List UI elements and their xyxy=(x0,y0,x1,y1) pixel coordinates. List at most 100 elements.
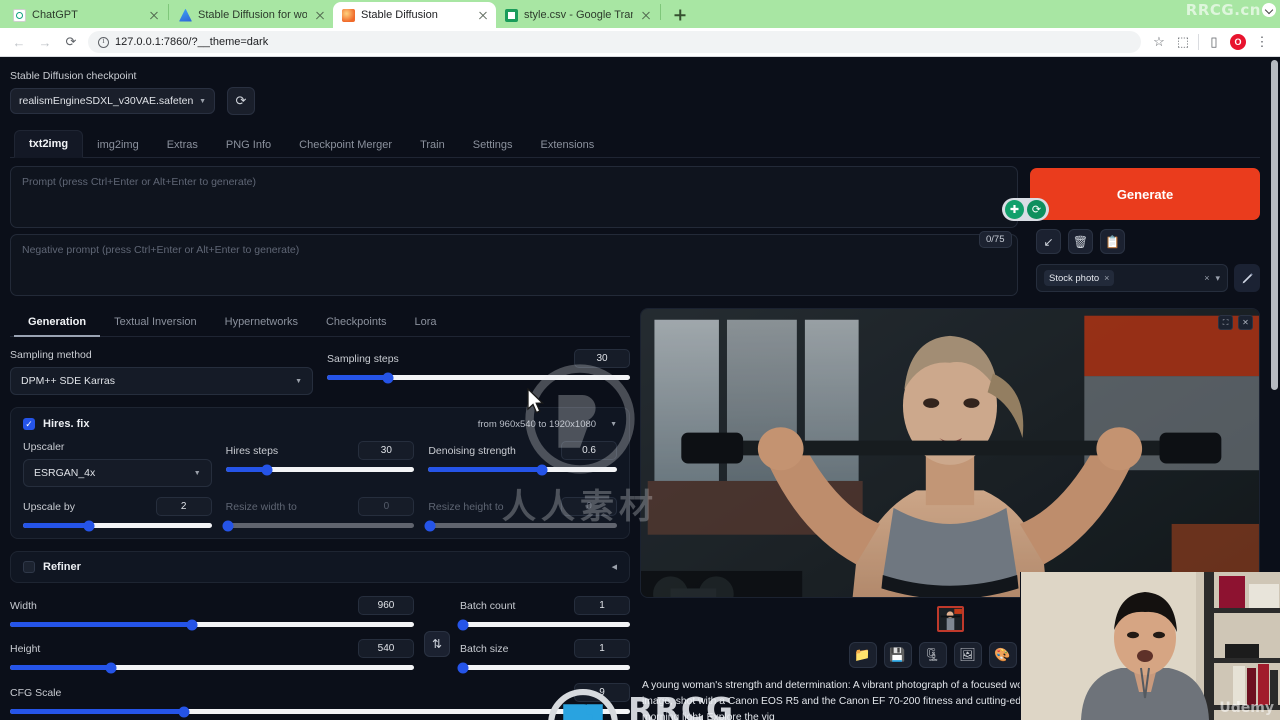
upscale-by-value[interactable]: 2 xyxy=(155,497,212,516)
tab-settings[interactable]: Settings xyxy=(459,132,527,158)
batch-size-value[interactable]: 1 xyxy=(574,639,630,658)
browser-tab-stable-diffusion-for-work[interactable]: Stable Diffusion for work - G xyxy=(170,2,333,28)
height-value[interactable]: 540 xyxy=(358,639,414,658)
resize-height-value[interactable]: 0 xyxy=(561,497,618,516)
batch-count-value[interactable]: 1 xyxy=(574,596,630,615)
resize-width-slider[interactable] xyxy=(222,520,415,531)
batch-count-field: Batch count 1 xyxy=(457,596,630,630)
send-to-inpaint-button[interactable]: 🎨 xyxy=(988,642,1017,668)
browser-extension-overlay[interactable]: ✚ ⟳ xyxy=(1002,198,1049,221)
cfg-scale-slider[interactable] xyxy=(10,706,630,717)
close-icon[interactable] xyxy=(639,8,653,22)
subtab-textual-inversion[interactable]: Textual Inversion xyxy=(100,309,211,337)
denoising-strength-value[interactable]: 0.6 xyxy=(561,441,618,460)
expand-icon[interactable]: ⛶ xyxy=(1218,315,1233,330)
subtab-lora[interactable]: Lora xyxy=(401,309,451,337)
reload-button[interactable]: ⟳ xyxy=(58,29,84,55)
tab-train[interactable]: Train xyxy=(406,132,459,158)
batch-count-slider[interactable] xyxy=(457,619,630,630)
tab-extensions[interactable]: Extensions xyxy=(526,132,608,158)
sampling-steps-slider[interactable] xyxy=(327,372,630,383)
hires-fix-accordion: ✓ Hires. fix from 960x540 to 1920x1080 ▼ xyxy=(10,407,630,539)
upscaler-field: Upscaler ESRGAN_4x ▼ xyxy=(23,441,212,487)
chevron-left-icon[interactable]: ◀ xyxy=(612,563,617,571)
edit-styles-button[interactable] xyxy=(1234,264,1260,292)
tab-extras[interactable]: Extras xyxy=(153,132,212,158)
extensions-icon[interactable]: ⬚ xyxy=(1171,30,1195,54)
browser-tab-style-csv[interactable]: style.csv - Google Trang tính xyxy=(496,2,659,28)
scrollbar-thumb[interactable] xyxy=(1271,60,1278,390)
chevron-down-icon[interactable]: ▼ xyxy=(610,421,617,428)
sidebar-icon[interactable]: ▯ xyxy=(1202,30,1226,54)
resize-height-label: Resize height to xyxy=(428,500,504,513)
sampling-method-select[interactable]: DPM++ SDE Karras ▼ xyxy=(10,367,313,395)
close-icon[interactable]: ✕ xyxy=(1238,315,1253,330)
batch-size-slider[interactable] xyxy=(457,662,630,673)
subtab-hypernetworks[interactable]: Hypernetworks xyxy=(211,309,312,337)
hires-steps-value[interactable]: 30 xyxy=(358,441,415,460)
save-zip-button[interactable]: 🗜 xyxy=(918,642,947,668)
checkpoint-select[interactable]: realismEngineSDXL_v30VAE.safetensors [2d… xyxy=(10,88,215,114)
clear-prompt-button[interactable]: 🗑 xyxy=(1068,229,1093,254)
swap-dimensions-button[interactable]: ⇅ xyxy=(424,631,450,657)
resize-height-slider[interactable] xyxy=(424,520,618,531)
resize-width-value[interactable]: 0 xyxy=(358,497,415,516)
cfg-scale-value[interactable]: 9 xyxy=(574,683,630,702)
negative-prompt-input[interactable]: Negative prompt (press Ctrl+Enter or Alt… xyxy=(10,234,1018,296)
cfg-scale-field: CFG Scale 9 xyxy=(10,683,630,717)
refresh-extension-icon[interactable]: ⟳ xyxy=(1027,200,1046,219)
tab-checkpoint-merger[interactable]: Checkpoint Merger xyxy=(285,132,406,158)
hires-steps-slider[interactable] xyxy=(225,464,415,475)
subtab-checkpoints[interactable]: Checkpoints xyxy=(312,309,401,337)
chevron-down-icon[interactable]: ▾ xyxy=(1215,273,1220,284)
address-bar[interactable]: 127.0.0.1:7860/?__theme=dark xyxy=(88,31,1141,53)
tab-txt2img[interactable]: txt2img xyxy=(14,130,84,158)
read-generation-params-button[interactable]: ↙ xyxy=(1036,229,1061,254)
height-slider[interactable] xyxy=(10,662,414,673)
close-icon[interactable] xyxy=(147,8,161,22)
chevron-down-icon: ▼ xyxy=(295,377,302,385)
chrome-menu-icon[interactable]: ⋮ xyxy=(1250,30,1274,54)
open-folder-button[interactable]: 📁 xyxy=(848,642,877,668)
browser-tab-stable-diffusion[interactable]: Stable Diffusion xyxy=(333,2,496,28)
width-value[interactable]: 960 xyxy=(358,596,414,615)
sampling-method-label: Sampling method xyxy=(10,349,92,361)
browser-toolbar: ← → ⟳ 127.0.0.1:7860/?__theme=dark ☆ ⬚ ▯… xyxy=(0,28,1280,57)
tab-img2img[interactable]: img2img xyxy=(83,132,153,158)
close-icon[interactable]: × xyxy=(1104,273,1109,283)
profile-avatar[interactable]: O xyxy=(1226,30,1250,54)
hires-fix-checkbox[interactable]: ✓ xyxy=(23,418,35,430)
close-icon[interactable] xyxy=(313,8,327,22)
back-button[interactable]: ← xyxy=(6,29,32,55)
bookmark-star-icon[interactable]: ☆ xyxy=(1147,30,1171,54)
upscale-by-slider[interactable] xyxy=(23,520,212,531)
upscaler-select[interactable]: ESRGAN_4x ▼ xyxy=(23,459,212,487)
apply-style-button[interactable]: 📋 xyxy=(1100,229,1125,254)
tab-title: ChatGPT xyxy=(32,9,78,21)
image-thumbnail[interactable] xyxy=(936,606,964,632)
webcam-video xyxy=(1021,572,1280,720)
tab-png-info[interactable]: PNG Info xyxy=(212,132,285,158)
style-chip-stock-photo[interactable]: Stock photo × xyxy=(1044,270,1115,286)
forward-button[interactable]: → xyxy=(32,29,58,55)
generate-button[interactable]: Generate xyxy=(1030,168,1260,220)
browser-tab-chatgpt[interactable]: ChatGPT xyxy=(4,2,167,28)
site-info-icon[interactable] xyxy=(98,36,109,48)
translate-extension-icon[interactable]: ✚ xyxy=(1005,200,1024,219)
save-button[interactable]: 💾 xyxy=(883,642,912,668)
close-icon[interactable] xyxy=(476,8,490,22)
subtab-generation[interactable]: Generation xyxy=(14,309,101,337)
width-slider[interactable] xyxy=(10,619,414,630)
chevron-down-icon xyxy=(1262,3,1276,17)
refresh-icon[interactable]: ⟳ xyxy=(227,87,255,115)
clear-styles-icon[interactable]: × xyxy=(1204,273,1209,283)
refiner-checkbox[interactable] xyxy=(23,561,35,573)
prompt-input[interactable]: Prompt (press Ctrl+Enter or Alt+Enter to… xyxy=(10,166,1018,228)
denoising-strength-slider[interactable] xyxy=(428,464,618,475)
generated-image[interactable] xyxy=(641,309,1259,598)
styles-select[interactable]: Stock photo × × ▾ xyxy=(1036,264,1228,292)
sampling-steps-value[interactable]: 30 xyxy=(574,349,630,368)
send-to-img2img-button[interactable]: 🖼 xyxy=(953,642,982,668)
url-text: 127.0.0.1:7860/?__theme=dark xyxy=(115,36,269,48)
new-tab-button[interactable] xyxy=(668,3,692,27)
